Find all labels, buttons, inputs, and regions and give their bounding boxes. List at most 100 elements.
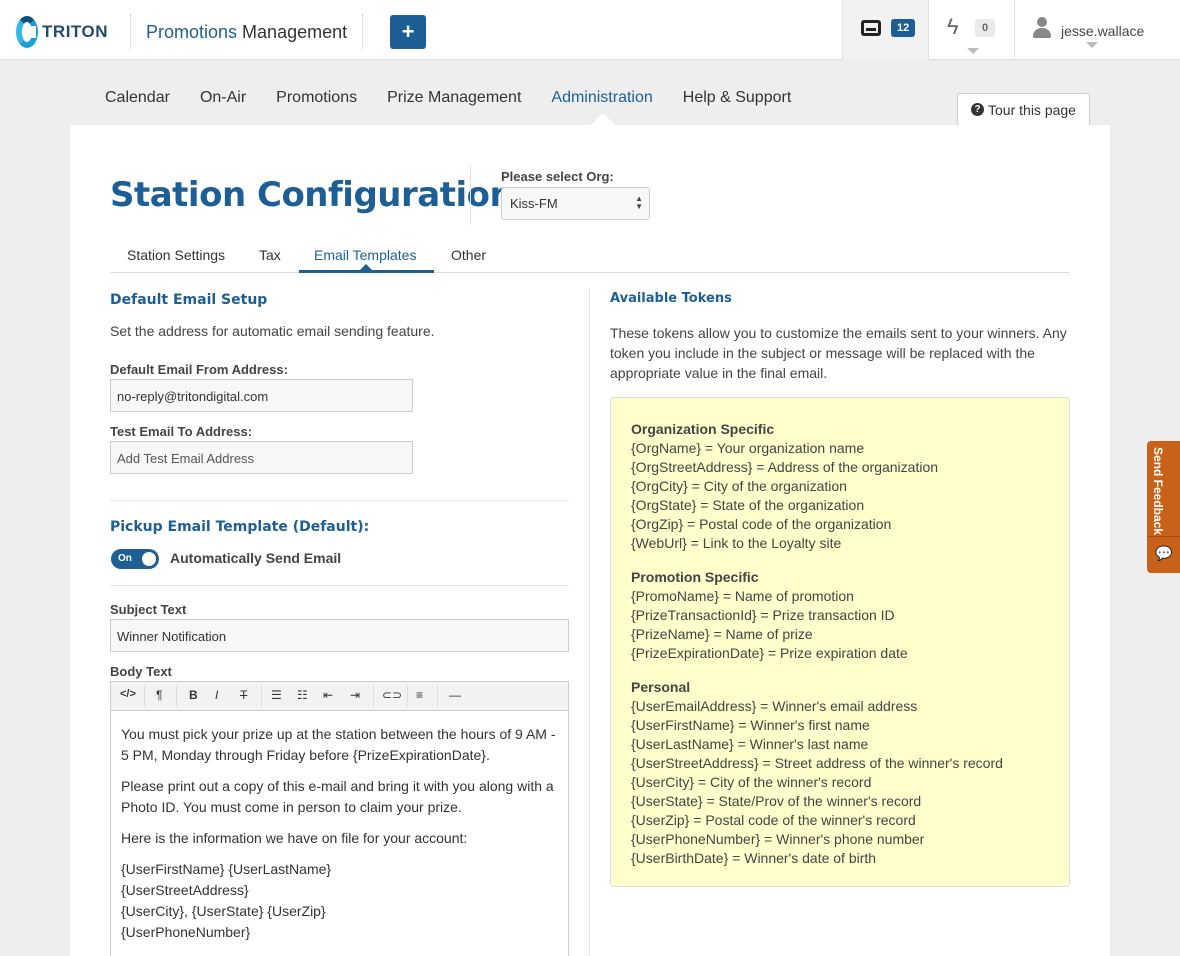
nav-calendar[interactable]: Calendar <box>105 89 170 107</box>
username: jesse.wallace <box>1061 23 1145 39</box>
send-feedback-tab[interactable]: Send Feedback 💬 <box>1147 441 1180 573</box>
feedback-label: Send Feedback <box>1151 447 1165 536</box>
toolbar-divider <box>407 685 408 707</box>
tab-station-settings[interactable]: Station Settings <box>127 247 225 263</box>
paragraph-icon[interactable]: ¶ <box>156 688 162 702</box>
user-menu[interactable]: jesse.wallace <box>1014 0 1180 60</box>
toolbar-divider <box>373 685 374 707</box>
tab-other[interactable]: Other <box>451 247 486 263</box>
token-group-heading: Promotion Specific <box>631 569 759 585</box>
token-line: {UserFirstName} = Winner's first name <box>631 717 870 733</box>
section-divider <box>110 500 569 501</box>
lightning-icon: ϟ <box>947 14 959 39</box>
numbered-list-icon[interactable]: ☷ <box>297 688 308 702</box>
page-title: Station Configuration <box>110 175 514 215</box>
auto-send-label: Automatically Send Email <box>170 550 342 566</box>
align-icon[interactable]: ≡ <box>416 688 423 702</box>
chevron-down-icon <box>967 48 979 54</box>
token-group-heading: Organization Specific <box>631 421 775 437</box>
column-divider <box>589 288 590 956</box>
nav-prize-management[interactable]: Prize Management <box>387 89 521 107</box>
header-divider <box>130 14 131 50</box>
body-line: {UserCity}, {UserState} {UserZip} <box>121 903 326 919</box>
body-line: {UserFirstName} {UserLastName} <box>121 861 332 877</box>
nav-administration[interactable]: Administration <box>551 89 652 107</box>
token-line: {UserStreetAddress} = Street address of … <box>631 755 1003 771</box>
link-icon[interactable]: ⊂⊃ <box>382 688 402 702</box>
subject-input[interactable]: Winner Notification <box>110 619 569 652</box>
inbox-count-badge: 12 <box>891 19 916 37</box>
body-paragraph: Please print out a copy of this e-mail a… <box>121 778 554 815</box>
org-select-value: Kiss-FM <box>510 196 558 211</box>
auto-send-toggle[interactable]: On <box>111 549 159 569</box>
token-line: {WebUrl} = Link to the Loyalty site <box>631 535 842 551</box>
alerts-count-badge: 0 <box>975 19 996 37</box>
bullet-list-icon[interactable]: ☰ <box>271 688 282 702</box>
token-line: {UserPhoneNumber} = Winner's phone numbe… <box>631 831 925 847</box>
tab-tax[interactable]: Tax <box>259 247 281 263</box>
strikethrough-icon[interactable]: T <box>240 688 247 702</box>
main-nav: Calendar On-Air Promotions Prize Managem… <box>105 89 821 107</box>
token-line: {UserEmailAddress} = Winner's email addr… <box>631 698 918 714</box>
triton-logo-mark-icon <box>16 16 39 48</box>
inbox-button[interactable]: 12 <box>842 0 928 60</box>
token-line: {UserLastName} = Winner's last name <box>631 736 869 752</box>
toggle-state: On <box>118 553 132 564</box>
test-address-input[interactable]: Add Test Email Address <box>110 441 413 474</box>
nav-help-support[interactable]: Help & Support <box>683 89 792 107</box>
horizontal-rule-icon[interactable]: — <box>449 688 461 702</box>
test-address-label: Test Email To Address: <box>110 424 253 439</box>
token-line: {UserBirthDate} = Winner's date of birth <box>631 850 877 866</box>
token-line: {PromoName} = Name of promotion <box>631 588 854 604</box>
body-editor[interactable]: You must pick your prize up at the stati… <box>110 710 569 956</box>
token-line: {PrizeExpirationDate} = Prize expiration… <box>631 645 908 661</box>
from-address-input[interactable]: no-reply@tritondigital.com <box>110 379 413 412</box>
italic-icon[interactable]: I <box>215 688 218 702</box>
main-card: Station Configuration Please select Org:… <box>70 125 1110 956</box>
token-line: {UserCity} = City of the winner's record <box>631 774 872 790</box>
app-title-accent: Promotions <box>146 22 238 42</box>
code-view-icon[interactable]: </> <box>120 688 136 700</box>
body-line: {UserPhoneNumber} <box>121 924 251 940</box>
body-line: {UserStreetAddress} <box>121 882 249 898</box>
bold-icon[interactable]: B <box>189 688 198 702</box>
title-divider <box>470 165 471 225</box>
tour-page-button[interactable]: ? Tour this page <box>957 93 1090 126</box>
subject-label: Subject Text <box>110 602 187 617</box>
toolbar-divider <box>437 685 438 707</box>
token-line: {OrgZip} = Postal code of the organizati… <box>631 516 892 532</box>
user-icon <box>1033 17 1051 39</box>
add-button[interactable]: + <box>390 15 426 49</box>
toggle-knob <box>142 552 156 566</box>
feedback-divider <box>1147 536 1180 537</box>
token-group-heading: Personal <box>631 679 691 695</box>
toolbar-divider <box>261 685 262 707</box>
token-line: {PrizeTransactionId} = Prize transaction… <box>631 607 895 623</box>
nav-on-air[interactable]: On-Air <box>200 89 246 107</box>
tokens-box: Organization Specific {OrgName} = Your o… <box>610 397 1070 887</box>
token-line: {OrgStreetAddress} = Address of the orga… <box>631 459 939 475</box>
indent-icon[interactable]: ⇥ <box>350 688 360 702</box>
select-arrows-icon: ▲ ▼ <box>635 194 643 211</box>
app-title-rest: Management <box>237 22 348 42</box>
tab-email-templates[interactable]: Email Templates <box>314 247 416 263</box>
from-address-label: Default Email From Address: <box>110 362 288 377</box>
nav-promotions[interactable]: Promotions <box>276 89 357 107</box>
default-email-description: Set the address for automatic email send… <box>110 323 435 339</box>
tokens-title: Available Tokens <box>610 291 732 306</box>
token-line: {PrizeName} = Name of prize <box>631 626 813 642</box>
default-email-title: Default Email Setup <box>110 292 268 308</box>
outdent-icon[interactable]: ⇤ <box>323 688 333 702</box>
active-nav-pointer <box>591 113 615 125</box>
body-paragraph: Here is the information we have on file … <box>121 830 468 846</box>
org-select-label: Please select Org: <box>501 169 614 184</box>
config-tabs: Station Settings Tax Email Templates Oth… <box>110 235 1070 273</box>
triton-logo[interactable]: TRITON <box>16 14 108 50</box>
inbox-icon <box>861 20 881 36</box>
alerts-button[interactable]: ϟ 0 <box>928 0 1014 60</box>
org-select[interactable]: Kiss-FM ▲ ▼ <box>501 187 650 220</box>
token-group-promotion: Promotion Specific {PromoName} = Name of… <box>631 568 1049 663</box>
pickup-template-title: Pickup Email Template (Default): <box>110 519 370 535</box>
token-line: {UserState} = State/Prov of the winner's… <box>631 793 922 809</box>
token-group-personal: Personal {UserEmailAddress} = Winner's e… <box>631 678 1049 868</box>
